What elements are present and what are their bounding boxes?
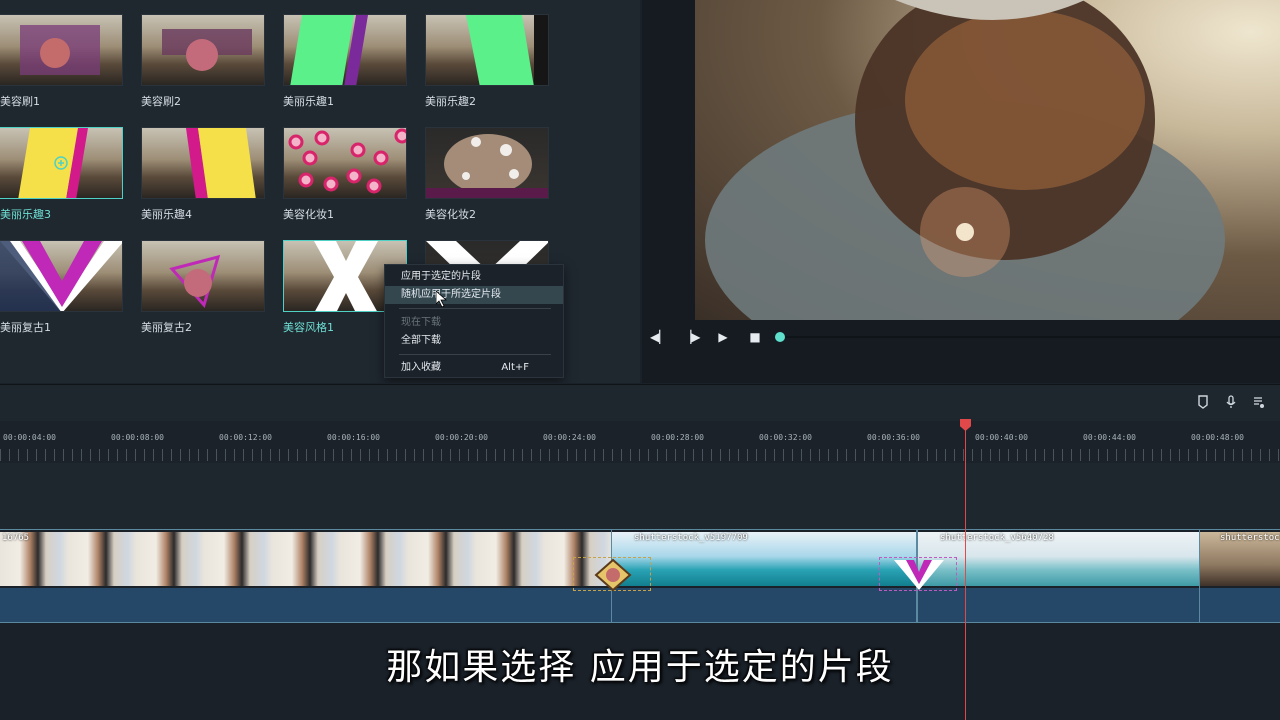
thumb-label: 美容化妆1 (283, 208, 334, 221)
marker-icon[interactable] (1195, 395, 1211, 411)
tick-label: 00:00:36:00 (867, 433, 920, 442)
thumb-label: 美丽复古2 (141, 321, 192, 334)
thumb-label: 美容化妆2 (425, 208, 476, 221)
stop-icon[interactable]: ■ (746, 328, 764, 346)
clip-name: shutterstock (1220, 533, 1280, 543)
thumb-label: 美丽乐趣2 (425, 95, 476, 108)
thumb-label: 美容刷1 (0, 95, 40, 108)
tick-label: 00:00:28:00 (651, 433, 704, 442)
next-frame-icon[interactable]: ▕▶ (682, 328, 700, 346)
video-subtitle: 那如果选择 应用于选定的片段 (386, 647, 894, 688)
scrub-bar[interactable] (784, 336, 1280, 338)
tick-label: 00:00:44:00 (1083, 433, 1136, 442)
tick-label: 00:00:04:00 (3, 433, 56, 442)
thumb-label: 美容刷2 (141, 95, 181, 108)
menu-separator (399, 354, 551, 355)
video-clip[interactable]: shutterstock (1199, 529, 1280, 623)
menu-item-download-all[interactable]: 全部下载 (385, 332, 563, 350)
thumb-label: 美丽乐趣1 (283, 95, 334, 108)
context-menu: 应用于选定的片段 随机应用于所选定片段 现在下载 全部下载 加入收藏 Alt+F (384, 264, 564, 378)
mouse-cursor-icon (436, 291, 448, 307)
thumb-beauty-fun-1[interactable] (283, 14, 407, 86)
scrub-handle[interactable] (775, 332, 785, 342)
tick-label: 00:00:20:00 (435, 433, 488, 442)
menu-item-apply-selected[interactable]: 应用于选定的片段 (385, 268, 563, 286)
clip-name: 16765 (2, 533, 30, 543)
tick-label: 00:00:48:00 (1191, 433, 1244, 442)
transition-marker[interactable] (879, 557, 957, 591)
microphone-icon[interactable] (1223, 395, 1239, 411)
thumb-beauty-makeup-2[interactable] (425, 127, 549, 199)
thumb-beauty-fun-4[interactable] (141, 127, 265, 199)
playback-controls: ◀▏ ▕▶ ▶ ■ (642, 328, 1280, 348)
menu-item-apply-random[interactable]: 随机应用于所选定片段 (385, 286, 563, 304)
preview-video (695, 0, 1280, 320)
voiceover-icon[interactable] (1251, 395, 1267, 411)
menu-item-download-now: 现在下载 (401, 317, 441, 328)
menu-item-label: 加入收藏 (401, 362, 441, 373)
video-track: 16765 shutterstock_v5197709 shutterstock… (0, 529, 1280, 623)
transition-marker[interactable] (573, 557, 651, 592)
tick-label: 00:00:08:00 (111, 433, 164, 442)
video-clip[interactable]: shutterstock_v5197709 (611, 529, 917, 623)
menu-item-add-favorite[interactable]: 加入收藏 Alt+F (385, 359, 563, 377)
thumb-beauty-retro-1[interactable] (0, 240, 123, 312)
time-ruler[interactable]: 00:00:04:00 00:00:08:00 00:00:12:00 00:0… (0, 421, 1280, 463)
thumb-label: 美丽乐趣3 (0, 208, 51, 221)
thumb-beauty-fun-3[interactable] (0, 127, 123, 199)
clip-name: shutterstock_v5197709 (634, 533, 748, 543)
thumb-label: 美丽乐趣4 (141, 208, 192, 221)
thumb-beauty-makeup-1[interactable] (283, 127, 407, 199)
menu-shortcut: Alt+F (501, 362, 529, 373)
clip-name: shutterstock_v5640728 (940, 533, 1054, 543)
video-clip[interactable]: 16765 (0, 529, 612, 623)
thumb-label: 美容风格1 (283, 321, 334, 334)
play-icon[interactable]: ▶ (714, 328, 732, 346)
thumb-beauty-retro-2[interactable] (141, 240, 265, 312)
thumb-beauty-fun-2[interactable] (425, 14, 549, 86)
timeline-toolbar (0, 385, 1280, 421)
video-clip[interactable]: shutterstock_v5640728 (917, 529, 1200, 623)
tick-label: 00:00:12:00 (219, 433, 272, 442)
thumb-label: 美丽复古1 (0, 321, 51, 334)
app-window: 美容刷1 美容刷2 美丽乐趣1 美丽乐趣2 美丽乐趣3 美丽乐趣4 美容化妆1 … (0, 0, 1280, 720)
transition-library: 美容刷1 美容刷2 美丽乐趣1 美丽乐趣2 美丽乐趣3 美丽乐趣4 美容化妆1 … (0, 0, 640, 383)
tick-label: 00:00:32:00 (759, 433, 812, 442)
thumb-beauty-brush-2[interactable] (141, 14, 265, 86)
empty-track[interactable] (0, 463, 1280, 529)
prev-frame-icon[interactable]: ◀▏ (650, 328, 668, 346)
tick-label: 00:00:24:00 (543, 433, 596, 442)
thumb-beauty-brush-1[interactable] (0, 14, 123, 86)
tick-label: 00:00:40:00 (975, 433, 1028, 442)
tick-label: 00:00:16:00 (327, 433, 380, 442)
ruler-ticks (0, 449, 1280, 461)
preview-panel: ◀▏ ▕▶ ▶ ■ (642, 0, 1280, 383)
menu-separator (399, 308, 551, 309)
